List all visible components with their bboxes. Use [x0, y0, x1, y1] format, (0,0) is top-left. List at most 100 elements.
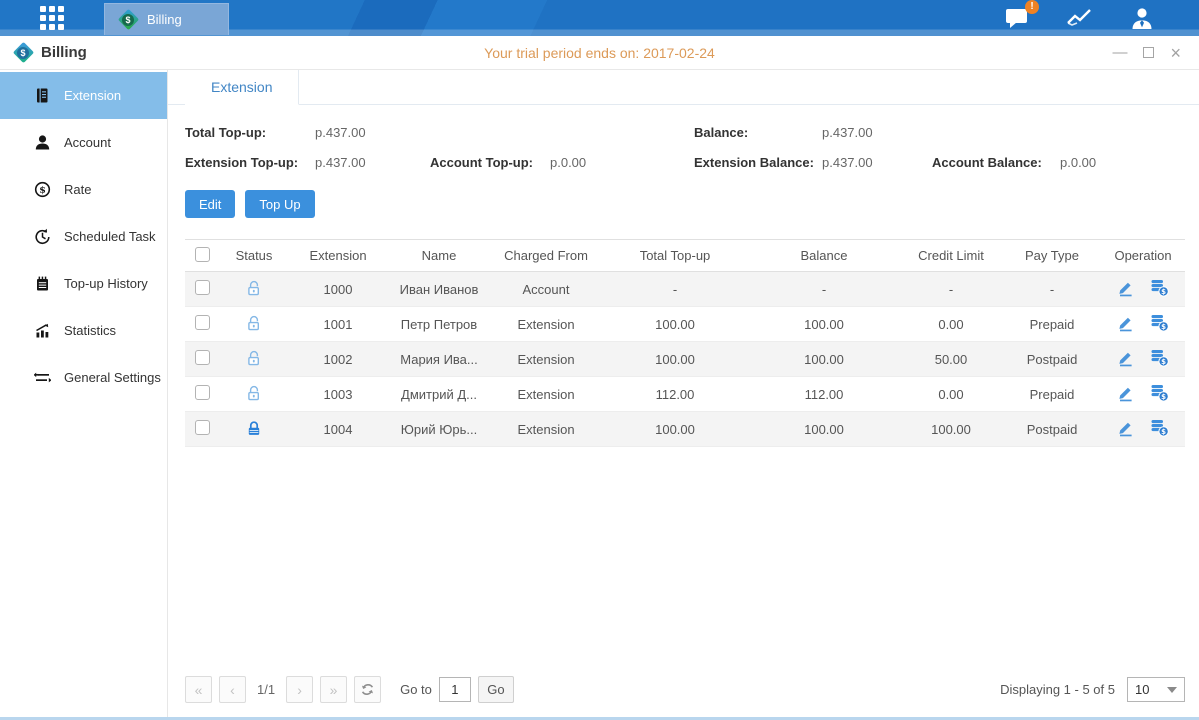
svg-text:$: $ [1161, 393, 1166, 401]
extension-table-body: 1000 Иван Иванов Account - - - - [185, 272, 1185, 447]
select-all-checkbox[interactable] [195, 247, 210, 262]
general-settings-icon [33, 369, 51, 386]
row-checkbox[interactable] [195, 315, 210, 330]
cell-name: Мария Ива... [387, 342, 491, 377]
edit-row-icon[interactable] [1117, 279, 1134, 297]
col-pay-type: Pay Type [1003, 240, 1101, 272]
taskbar-tab-label: Billing [147, 12, 182, 27]
extension-balance-label: Extension Balance: [694, 155, 822, 170]
tab-extension[interactable]: Extension [185, 70, 299, 105]
sidebar-item-label: Account [64, 135, 111, 150]
sidebar-item-extension[interactable]: Extension [0, 72, 167, 119]
prev-page-button[interactable]: ‹ [219, 676, 246, 703]
sidebar-item-statistics[interactable]: Statistics [0, 307, 167, 354]
billing-app-window: $ Billing ! [0, 0, 1199, 720]
minimize-icon[interactable]: — [1112, 45, 1127, 60]
first-page-button[interactable]: « [185, 676, 212, 703]
main-content: Extension Total Top-up: p.437.00 Balance… [168, 70, 1199, 717]
cell-extension: 1001 [289, 307, 387, 342]
edit-button[interactable]: Edit [185, 190, 235, 218]
table-row[interactable]: 1002 Мария Ива... Extension 100.00 100.0… [185, 342, 1185, 377]
table-row[interactable]: 1003 Дмитрий Д... Extension 112.00 112.0… [185, 377, 1185, 412]
goto-page-input[interactable] [439, 677, 471, 702]
topup-button[interactable]: Top Up [245, 190, 314, 218]
edit-row-icon[interactable] [1117, 384, 1134, 402]
cell-credit-limit: 0.00 [899, 377, 1003, 412]
topup-row-icon[interactable]: $ [1150, 278, 1169, 297]
account-topup-label: Account Top-up: [430, 155, 550, 170]
topup-row-icon[interactable]: $ [1150, 418, 1169, 437]
cell-pay-type: Postpaid [1003, 412, 1101, 447]
extension-topup-label: Extension Top-up: [185, 155, 315, 170]
topup-row-icon[interactable]: $ [1150, 348, 1169, 367]
cell-charged-from: Extension [491, 412, 601, 447]
scheduled-task-icon [33, 228, 51, 245]
edit-row-icon[interactable] [1117, 349, 1134, 367]
sidebar-item-label: Rate [64, 182, 91, 197]
taskbar-tab-billing[interactable]: $ Billing [104, 3, 229, 35]
balance-label: Balance: [694, 125, 822, 140]
sidebar-item-general-settings[interactable]: General Settings [0, 354, 167, 401]
status-locked-icon [245, 419, 263, 437]
refresh-button[interactable] [354, 676, 381, 703]
go-button[interactable]: Go [478, 676, 514, 703]
row-checkbox[interactable] [195, 350, 210, 365]
sidebar-item-account[interactable]: Account [0, 119, 167, 166]
apps-grid-icon[interactable] [0, 6, 104, 30]
row-checkbox[interactable] [195, 420, 210, 435]
sidebar-item-label: Extension [64, 88, 121, 103]
sidebar-item-label: General Settings [64, 370, 161, 385]
table-row[interactable]: 1000 Иван Иванов Account - - - - [185, 272, 1185, 307]
window-titlebar: $ Billing Your trial period ends on: 201… [0, 36, 1199, 70]
displaying-text: Displaying 1 - 5 of 5 [1000, 682, 1115, 697]
goto-label: Go to [400, 682, 432, 697]
close-icon[interactable]: × [1170, 44, 1181, 62]
chevron-down-icon [1167, 687, 1177, 693]
maximize-icon[interactable] [1143, 47, 1154, 58]
action-buttons: Edit Top Up [185, 190, 1199, 218]
page-size-value: 10 [1135, 682, 1149, 697]
row-checkbox[interactable] [195, 280, 210, 295]
billing-summary: Total Top-up: p.437.00 Balance: p.437.00… [185, 117, 1185, 177]
sidebar-item-scheduled-task[interactable]: Scheduled Task [0, 213, 167, 260]
extension-balance-value: p.437.00 [822, 155, 932, 170]
page-size-select[interactable]: 10 [1127, 677, 1185, 702]
notification-badge: ! [1025, 0, 1039, 14]
topup-row-icon[interactable]: $ [1150, 313, 1169, 332]
cell-balance: 100.00 [749, 307, 899, 342]
user-account-icon[interactable] [1127, 5, 1157, 31]
col-credit-limit: Credit Limit [899, 240, 1003, 272]
col-balance: Balance [749, 240, 899, 272]
status-unlocked-icon [245, 279, 263, 297]
statistics-chart-icon[interactable] [1065, 5, 1095, 31]
cell-pay-type: Prepaid [1003, 377, 1101, 412]
account-balance-value: p.0.00 [1060, 155, 1185, 170]
sidebar-item-topup-history[interactable]: Top-up History [0, 260, 167, 307]
messages-icon[interactable]: ! [1003, 5, 1033, 31]
cell-credit-limit: 0.00 [899, 307, 1003, 342]
last-page-button[interactable]: » [320, 676, 347, 703]
svg-text:$: $ [1161, 323, 1166, 331]
table-row[interactable]: 1004 Юрий Юрь... Extension 100.00 100.00… [185, 412, 1185, 447]
sidebar-item-rate[interactable]: $ Rate [0, 166, 167, 213]
cell-total-topup: 112.00 [601, 377, 749, 412]
edit-row-icon[interactable] [1117, 419, 1134, 437]
col-charged-from: Charged From [491, 240, 601, 272]
extension-icon [33, 87, 51, 104]
topup-row-icon[interactable]: $ [1150, 383, 1169, 402]
cell-credit-limit: - [899, 272, 1003, 307]
topup-history-icon [33, 275, 51, 292]
apps-grid-glyph [40, 6, 64, 30]
table-row[interactable]: 1001 Петр Петров Extension 100.00 100.00… [185, 307, 1185, 342]
col-status: Status [219, 240, 289, 272]
account-balance-label: Account Balance: [932, 155, 1060, 170]
row-checkbox[interactable] [195, 385, 210, 400]
next-page-button[interactable]: › [286, 676, 313, 703]
cell-total-topup: 100.00 [601, 412, 749, 447]
sidebar-item-label: Statistics [64, 323, 116, 338]
window-title-group: $ Billing [0, 42, 87, 64]
extension-table: Status Extension Name Charged From Total… [185, 239, 1185, 447]
topbar-actions: ! [1003, 5, 1157, 31]
edit-row-icon[interactable] [1117, 314, 1134, 332]
cell-pay-type: Prepaid [1003, 307, 1101, 342]
